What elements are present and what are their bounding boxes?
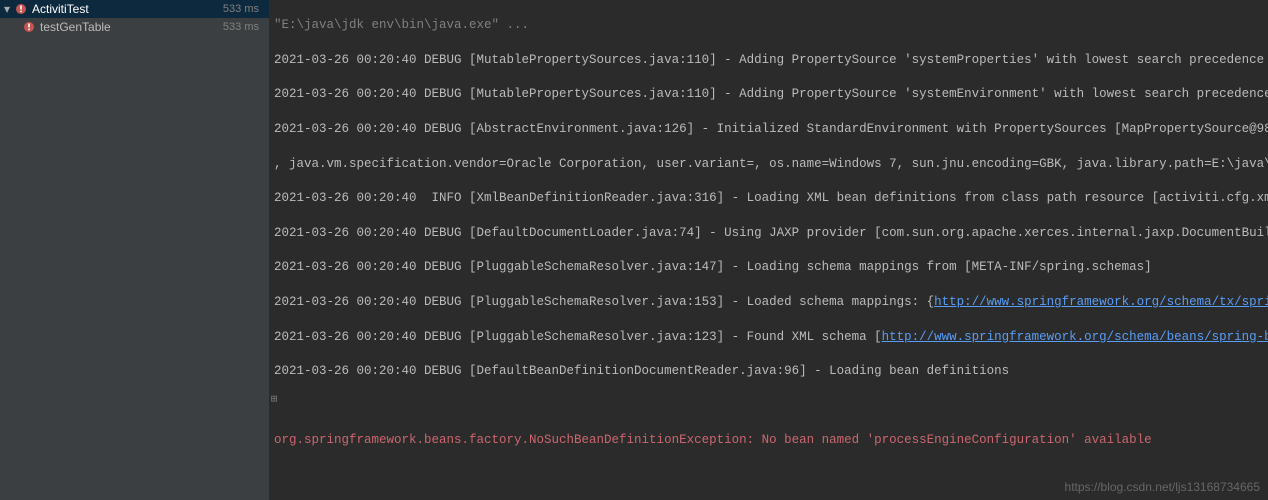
test-results-panel: ▾ ActivitiTest 533 ms testGenTable 533 m… (0, 0, 270, 500)
test-fail-icon (14, 2, 28, 16)
log-line: 2021-03-26 00:20:40 DEBUG [MutableProper… (274, 52, 1264, 69)
test-class-timing: 533 ms (223, 3, 265, 15)
test-method-timing: 533 ms (223, 21, 265, 33)
schema-link[interactable]: http://www.springframework.org/schema/be… (882, 330, 1268, 344)
test-class-name: ActivitiTest (32, 2, 223, 16)
schema-link[interactable]: http://www.springframework.org/schema/tx… (934, 295, 1268, 309)
test-fail-icon (22, 20, 36, 34)
log-line: , java.vm.specification.vendor=Oracle Co… (274, 156, 1264, 173)
log-line: 2021-03-26 00:20:40 DEBUG [DefaultBeanDe… (274, 363, 1264, 380)
test-class-row[interactable]: ▾ ActivitiTest 533 ms (0, 0, 269, 18)
log-line: 2021-03-26 00:20:40 DEBUG [PluggableSche… (274, 294, 1264, 311)
console-output[interactable]: "E:\java\jdk env\bin\java.exe" ... 2021-… (270, 0, 1268, 500)
blank-line (274, 398, 1264, 415)
watermark: https://blog.csdn.net/ljs13168734665 (1065, 480, 1260, 494)
test-method-name: testGenTable (40, 20, 223, 34)
log-line: 2021-03-26 00:20:40 DEBUG [PluggableSche… (274, 329, 1264, 346)
command-line: "E:\java\jdk env\bin\java.exe" ... (274, 17, 1264, 34)
test-method-row[interactable]: testGenTable 533 ms (0, 18, 269, 36)
exception-line: org.springframework.beans.factory.NoSuch… (274, 432, 1264, 449)
log-line: 2021-03-26 00:20:40 DEBUG [DefaultDocume… (274, 225, 1264, 242)
log-line: 2021-03-26 00:20:40 DEBUG [AbstractEnvir… (274, 121, 1264, 138)
log-line: 2021-03-26 00:20:40 DEBUG [MutableProper… (274, 86, 1264, 103)
log-line: 2021-03-26 00:20:40 DEBUG [PluggableSche… (274, 259, 1264, 276)
log-line: 2021-03-26 00:20:40 INFO [XmlBeanDefinit… (274, 190, 1264, 207)
collapse-toggle[interactable]: ▾ (4, 2, 14, 16)
expand-fold-icon[interactable]: ⊞ (270, 392, 280, 409)
